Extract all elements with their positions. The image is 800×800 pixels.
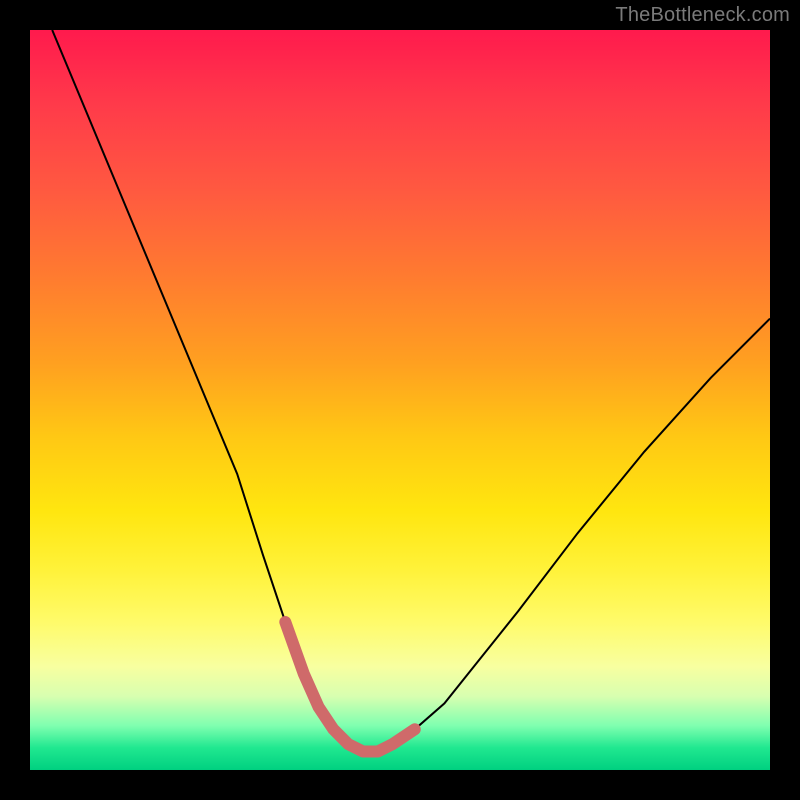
chart-frame: TheBottleneck.com: [0, 0, 800, 800]
tolerance-band: [285, 622, 415, 752]
curve-svg: [30, 30, 770, 770]
bottleneck-curve: [52, 30, 770, 752]
plot-area: [30, 30, 770, 770]
watermark-text: TheBottleneck.com: [615, 4, 790, 27]
